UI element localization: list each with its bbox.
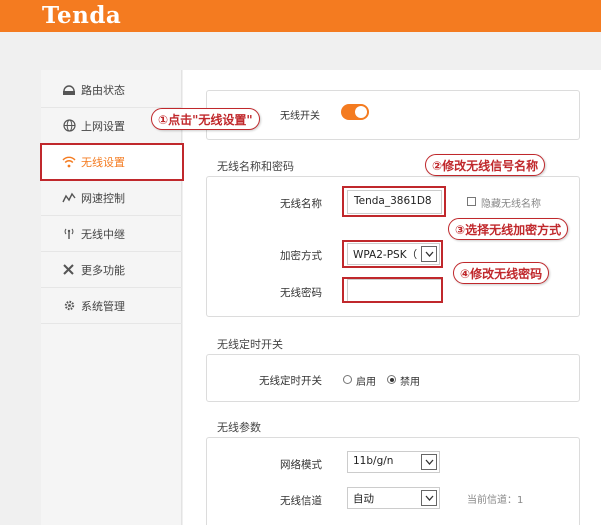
gear-icon (60, 298, 78, 314)
schedule-disable-radio[interactable] (387, 375, 396, 384)
wireless-switch-toggle[interactable] (341, 104, 369, 120)
sidebar-item-label: 系统管理 (81, 299, 125, 313)
tools-icon (60, 262, 78, 278)
network-mode-label: 网络模式 (280, 459, 322, 471)
sidebar-item-system-management[interactable]: 系统管理 (41, 288, 182, 324)
sidebar: 路由状态 上网设置 无线设置 网速控制 无线中继 更多功能 系统管理 (41, 70, 182, 525)
wireless-switch-panel (206, 90, 580, 140)
network-mode-select[interactable]: 11b/g/n (347, 451, 440, 473)
ssid-section-title: 无线名称和密码 (217, 160, 294, 173)
router-status-icon (60, 82, 78, 98)
hide-ssid-label: 隐藏无线名称 (481, 199, 541, 210)
callout-step2: ②修改无线信号名称 (425, 154, 546, 176)
sidebar-item-wireless-repeater[interactable]: 无线中继 (41, 216, 182, 252)
ssid-label: 无线名称 (280, 198, 322, 210)
channel-label: 无线信道 (280, 495, 322, 507)
schedule-enable-radio[interactable] (343, 375, 352, 384)
callout-step1: ①点击"无线设置" (151, 108, 260, 130)
schedule-enable-label: 启用 (356, 377, 376, 388)
network-mode-value: 11b/g/n (353, 455, 394, 467)
schedule-disable-label: 禁用 (400, 377, 420, 388)
sidebar-item-label: 无线中继 (81, 227, 125, 241)
schedule-section-title: 无线定时开关 (217, 338, 283, 351)
highlight-ssid (342, 186, 446, 217)
params-section-title: 无线参数 (217, 421, 261, 434)
sidebar-item-router-status[interactable]: 路由状态 (41, 72, 182, 108)
hide-ssid-checkbox[interactable] (467, 197, 476, 206)
wireless-switch-label: 无线开关 (280, 111, 320, 122)
sidebar-item-more-features[interactable]: 更多功能 (41, 252, 182, 288)
sidebar-item-label: 网速控制 (81, 191, 125, 205)
sidebar-item-label: 上网设置 (81, 119, 125, 133)
security-label: 加密方式 (280, 250, 322, 262)
password-label: 无线密码 (280, 287, 322, 299)
callout-step4: ④修改无线密码 (453, 262, 550, 284)
callout-step3: ③选择无线加密方式 (448, 218, 569, 240)
chevron-down-icon (421, 490, 437, 506)
globe-icon (60, 118, 78, 134)
channel-select[interactable]: 自动 (347, 487, 440, 509)
top-bar: Tenda (0, 0, 601, 32)
schedule-label: 无线定时开关 (259, 375, 322, 387)
speed-chart-icon (60, 190, 78, 206)
highlight-security (342, 240, 443, 268)
antenna-icon (60, 226, 78, 242)
sidebar-item-label: 更多功能 (81, 263, 125, 277)
channel-value: 自动 (353, 493, 374, 505)
highlight-password (342, 277, 443, 303)
chevron-down-icon (421, 454, 437, 470)
tenda-logo: Tenda (42, 2, 122, 29)
sidebar-item-label: 路由状态 (81, 83, 125, 97)
current-channel-text: 当前信道：1 (467, 495, 524, 506)
highlight-wireless-settings (40, 143, 184, 181)
sidebar-item-speed-control[interactable]: 网速控制 (41, 180, 182, 216)
